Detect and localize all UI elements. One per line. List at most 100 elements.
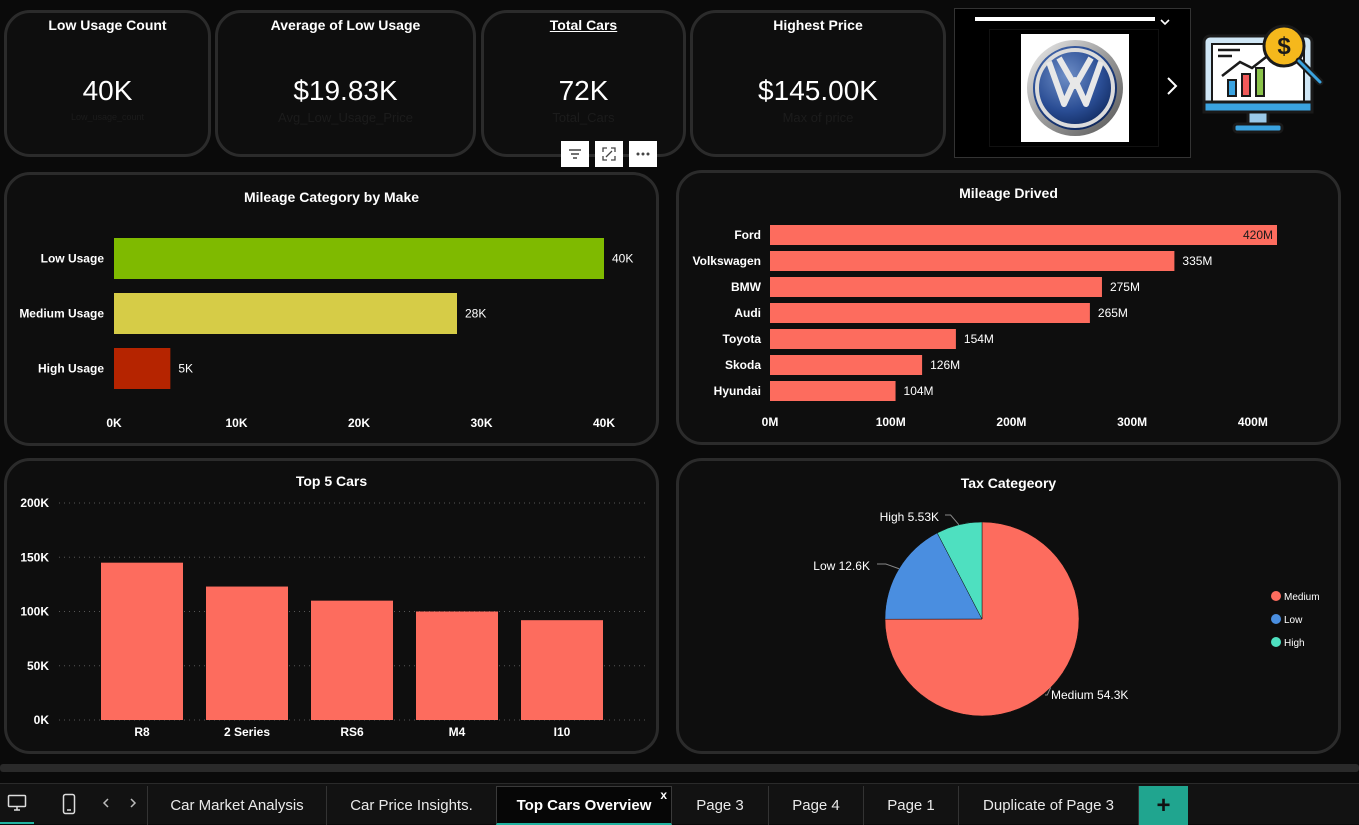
kpi-subtitle: Max of price bbox=[782, 110, 854, 125]
bar bbox=[114, 238, 604, 279]
mileage-drived-chart-card[interactable]: Mileage Drived Ford 420M Volkswagen 335M BMW… bbox=[676, 170, 1341, 445]
brand-slicer[interactable] bbox=[954, 8, 1191, 158]
bar bbox=[114, 348, 171, 389]
tax-category-chart-card[interactable]: Tax Categeory Medium 54.3K Low 12.6K High … bbox=[676, 458, 1341, 754]
tax-category-chart: Medium 54.3K Low 12.6K High 5.53K Medium Low… bbox=[813, 510, 1320, 717]
category-label: Medium Usage bbox=[19, 307, 104, 321]
category-label: RS6 bbox=[340, 725, 364, 739]
x-tick-label: 400M bbox=[1238, 415, 1268, 429]
data-label: 420M bbox=[1243, 228, 1273, 242]
category-label: R8 bbox=[134, 725, 150, 739]
focus-mode-icon[interactable] bbox=[595, 141, 623, 167]
kpi-title: Highest Price bbox=[773, 17, 863, 33]
logo-frame bbox=[989, 29, 1159, 147]
x-tick-label: 10K bbox=[225, 416, 247, 430]
legend-label: Medium bbox=[1284, 592, 1320, 603]
kpi-title: Low Usage Count bbox=[48, 17, 167, 33]
data-label: 104M bbox=[904, 384, 934, 398]
kpi-card-highest-price[interactable]: Highest Price $145.00K Max of price bbox=[690, 10, 946, 157]
tab-scroll-left-icon[interactable] bbox=[101, 796, 111, 815]
kpi-value: 72K bbox=[558, 75, 609, 106]
add-page-button[interactable]: + bbox=[1139, 786, 1188, 825]
data-label: 5K bbox=[178, 362, 193, 376]
y-tick-label: 150K bbox=[20, 550, 49, 564]
leader-line bbox=[945, 514, 960, 526]
price-analytics-monitor-icon: $ bbox=[1200, 20, 1330, 150]
data-label: 40K bbox=[612, 252, 633, 266]
mobile-view-icon[interactable] bbox=[56, 790, 82, 818]
chevron-down-icon[interactable] bbox=[1159, 14, 1171, 32]
x-tick-label: 20K bbox=[348, 416, 370, 430]
bar bbox=[770, 303, 1090, 323]
mileage-category-chart: Low Usage 40K Medium Usage 28K High Usage 5K 0… bbox=[19, 238, 633, 430]
legend-label: High bbox=[1284, 638, 1305, 649]
kpi-title: Total Cars bbox=[549, 17, 618, 33]
category-label: I10 bbox=[554, 725, 571, 739]
page-divider bbox=[0, 764, 1359, 772]
y-tick-label: 100K bbox=[20, 605, 49, 619]
x-tick-label: 300M bbox=[1117, 415, 1147, 429]
kpi-value: $19.83K bbox=[293, 75, 398, 106]
tab-page-1[interactable]: Page 1 bbox=[864, 786, 959, 825]
kpi-title: Average of Low Usage bbox=[270, 17, 421, 33]
bar bbox=[770, 225, 1277, 245]
data-label: 126M bbox=[930, 358, 960, 372]
kpi-subtitle: Total_Cars bbox=[552, 110, 615, 125]
data-label: 335M bbox=[1182, 254, 1212, 268]
y-tick-label: 0K bbox=[34, 713, 50, 727]
x-tick-label: 30K bbox=[470, 416, 492, 430]
desktop-view-icon[interactable] bbox=[0, 784, 34, 824]
legend-marker bbox=[1271, 637, 1281, 647]
category-label: M4 bbox=[449, 725, 466, 739]
more-options-icon[interactable] bbox=[629, 141, 657, 167]
x-tick-label: 40K bbox=[593, 416, 615, 430]
kpi-value: 40K bbox=[82, 75, 133, 106]
chevron-right-icon[interactable] bbox=[1165, 75, 1179, 102]
leader-line bbox=[877, 563, 900, 570]
tab-top-cars-overview[interactable]: Top Cars Overview x bbox=[496, 786, 672, 825]
category-label: Toyota bbox=[723, 332, 762, 346]
slicer-header[interactable] bbox=[975, 17, 1155, 25]
kpi-card-low-usage-count[interactable]: Low Usage Count 40K Low_usage_count bbox=[4, 10, 211, 157]
data-label: 154M bbox=[964, 332, 994, 346]
tab-car-price-insights[interactable]: Car Price Insights. bbox=[327, 786, 497, 825]
y-tick-label: 200K bbox=[20, 496, 49, 510]
x-tick-label: 0M bbox=[762, 415, 779, 429]
kpi-card-total-cars[interactable]: Total Cars 72K Total_Cars bbox=[481, 10, 686, 157]
bar bbox=[206, 586, 288, 720]
data-label: 275M bbox=[1110, 280, 1140, 294]
kpi-subtitle: Avg_Low_Usage_Price bbox=[278, 110, 413, 125]
mileage-category-chart-card[interactable]: Mileage Category by Make Low Usage 40K Med… bbox=[4, 172, 659, 446]
tab-page-4[interactable]: Page 4 bbox=[769, 786, 864, 825]
data-label: 28K bbox=[465, 307, 486, 321]
svg-text:$: $ bbox=[1277, 33, 1291, 60]
legend-marker bbox=[1271, 614, 1281, 624]
slice-label: Medium 54.3K bbox=[1051, 688, 1128, 702]
tab-car-market-analysis[interactable]: Car Market Analysis bbox=[147, 786, 327, 825]
bar bbox=[416, 611, 498, 720]
kpi-card-average-low-usage[interactable]: Average of Low Usage $19.83K Avg_Low_Usa… bbox=[215, 10, 476, 157]
category-label: High Usage bbox=[38, 362, 104, 376]
bar bbox=[770, 277, 1102, 297]
mileage-drived-chart: Ford 420M Volkswagen 335M BMW 275M Audi 265M Toy… bbox=[693, 225, 1277, 429]
bar bbox=[770, 381, 896, 401]
category-label: Low Usage bbox=[41, 252, 105, 266]
bar bbox=[770, 355, 923, 375]
y-tick-label: 50K bbox=[27, 659, 49, 673]
close-tab-icon[interactable]: x bbox=[660, 788, 667, 802]
top-5-cars-chart-card[interactable]: Top 5 Cars 0K 50K 100K 150K 200K R8 2 Series RS… bbox=[4, 458, 659, 754]
bar bbox=[101, 562, 183, 720]
bar bbox=[770, 329, 956, 349]
kpi-value: $145.00K bbox=[758, 75, 878, 106]
tab-label: Top Cars Overview bbox=[516, 796, 652, 814]
legend-marker bbox=[1271, 591, 1281, 601]
tab-scroll-right-icon[interactable] bbox=[128, 796, 138, 815]
data-label: 265M bbox=[1098, 306, 1128, 320]
category-label: Volkswagen bbox=[693, 254, 761, 268]
bar bbox=[770, 251, 1175, 271]
tab-duplicate-of-page-3[interactable]: Duplicate of Page 3 bbox=[959, 786, 1139, 825]
bar bbox=[521, 620, 603, 720]
volkswagen-logo[interactable] bbox=[1021, 34, 1129, 142]
tab-page-3[interactable]: Page 3 bbox=[672, 786, 769, 825]
filter-icon[interactable] bbox=[561, 141, 589, 167]
